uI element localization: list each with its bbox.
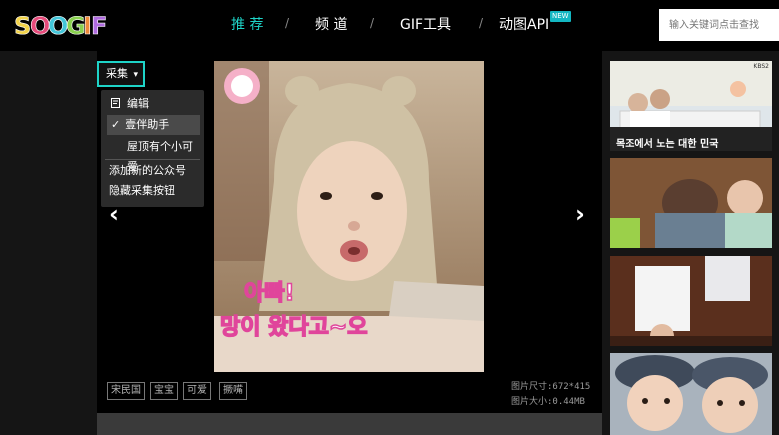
- thumbnail-1-corner: KBS2: [753, 63, 769, 70]
- soogif-logo[interactable]: S O O G I F: [12, 10, 108, 41]
- menu-assistant-label: 壹伴助手: [125, 118, 170, 131]
- top-bar: S O O G I F 推 荐 / 频 道 / GIF工具 / 动图API NE…: [0, 0, 779, 51]
- nav-separator: /: [479, 16, 484, 30]
- collect-menu: 编辑 ✓ 壹伴助手 屋顶有个小可爱 添加新的公众号 隐藏采集按钮: [101, 90, 204, 207]
- menu-item-add-account[interactable]: 添加新的公众号: [107, 161, 200, 181]
- collect-button[interactable]: 采集 ▾: [97, 61, 145, 87]
- tag-2[interactable]: 可爱: [183, 382, 211, 400]
- nav-separator: /: [370, 16, 375, 30]
- next-arrow[interactable]: ›: [575, 200, 585, 228]
- gif-image: 아빠! 망이 왔다고~오: [214, 61, 484, 372]
- caret-down-icon: ▾: [133, 70, 139, 80]
- nav-separator: /: [285, 16, 290, 30]
- nav-recommend[interactable]: 推 荐: [231, 14, 263, 34]
- thumbnail-4[interactable]: [610, 353, 772, 435]
- menu-item-edit[interactable]: 编辑: [107, 94, 200, 114]
- edit-icon: [111, 98, 120, 108]
- image-filesize: 图片大小:0.44MB: [511, 397, 585, 407]
- gif-caption-line2: 망이 왔다고~오: [219, 314, 368, 341]
- thumbnail-1-caption: 목조에서 노는 대한 민국: [616, 139, 719, 150]
- menu-edit-label: 编辑: [127, 97, 149, 110]
- image-dimensions: 图片尺寸:672*415: [511, 382, 591, 392]
- tag-1[interactable]: 宝宝: [150, 382, 178, 400]
- tag-0[interactable]: 宋民国: [107, 382, 145, 400]
- search-input[interactable]: [659, 9, 779, 41]
- nav-gif-tool[interactable]: GIF工具: [400, 14, 451, 34]
- nav-channel[interactable]: 频 道: [315, 14, 347, 34]
- thumbnail-1[interactable]: 목조에서 노는 대한 민국 KBS2: [610, 61, 772, 151]
- menu-item-assistant[interactable]: ✓ 壹伴助手: [107, 115, 200, 135]
- svg-text:F: F: [91, 12, 107, 40]
- gif-caption-line1: 아빠!: [243, 280, 295, 307]
- nav-api[interactable]: 动图API: [499, 14, 549, 34]
- collect-label: 采集: [106, 67, 128, 80]
- menu-item-hide[interactable]: 隐藏采集按钮: [107, 181, 200, 201]
- thumbnail-3[interactable]: [610, 256, 772, 346]
- thumbnail-2[interactable]: [610, 158, 772, 248]
- menu-item-account[interactable]: 屋顶有个小可爱: [107, 137, 200, 173]
- check-icon: ✓: [111, 118, 121, 131]
- menu-divider: [105, 159, 200, 160]
- new-badge: NEW: [550, 11, 571, 22]
- bottom-bar: [97, 413, 602, 435]
- svg-text:S: S: [14, 12, 31, 40]
- tag-3[interactable]: 撅嘴: [219, 382, 247, 400]
